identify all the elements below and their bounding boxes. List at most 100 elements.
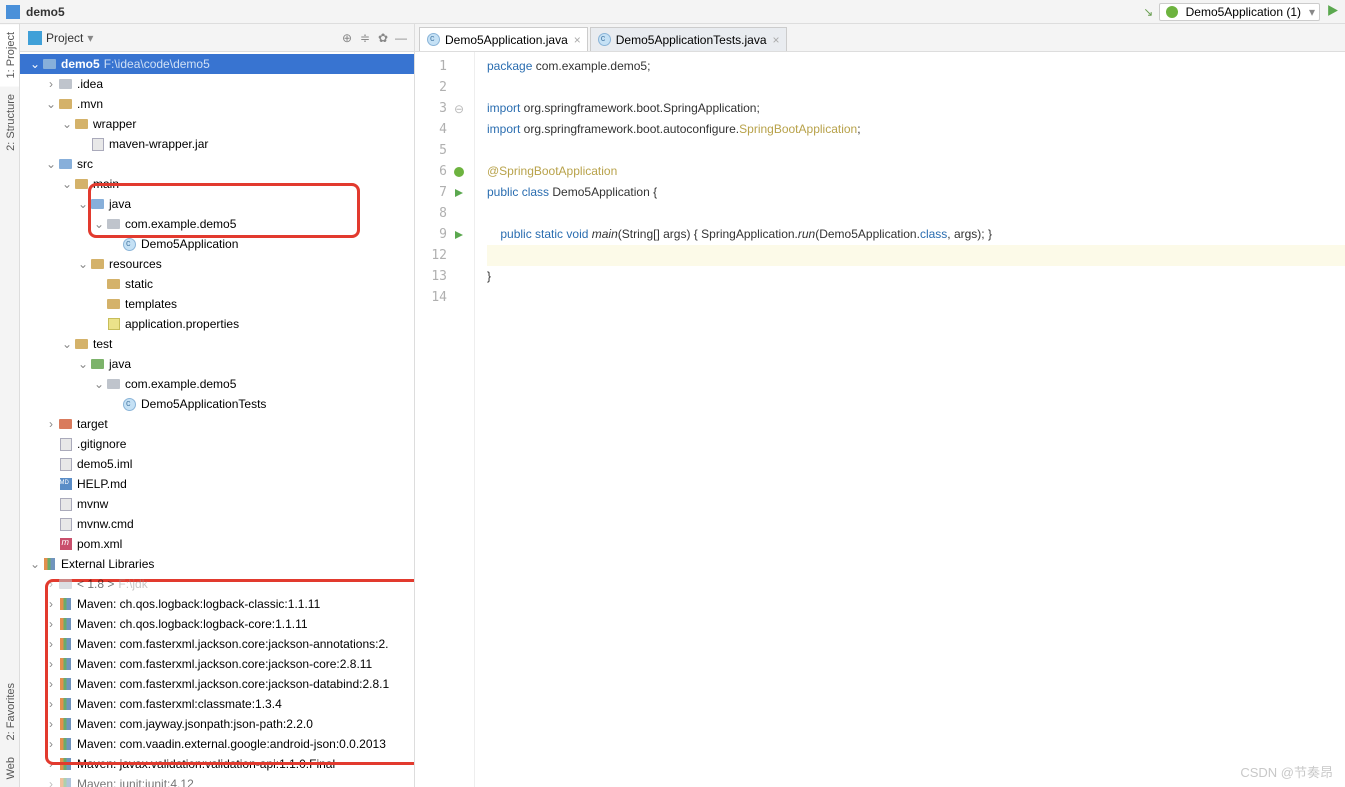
- tree-twisty[interactable]: ⌄: [76, 257, 90, 271]
- side-tab-favorites[interactable]: 2: Favorites: [0, 675, 19, 748]
- tree-twisty[interactable]: ›: [44, 717, 58, 731]
- tree-node[interactable]: ⌄java: [20, 354, 414, 374]
- tree-twisty[interactable]: ›: [44, 417, 58, 431]
- tree-twisty[interactable]: ›: [44, 777, 58, 787]
- tree-node[interactable]: ⌄resources: [20, 254, 414, 274]
- tree-node[interactable]: ›Maven: com.fasterxml.jackson.core:jacks…: [20, 654, 414, 674]
- tree-node[interactable]: ›.idea: [20, 74, 414, 94]
- tree-node[interactable]: ⌄java: [20, 194, 414, 214]
- tree-node[interactable]: mvnw.cmd: [20, 514, 414, 534]
- tree-twisty[interactable]: ⌄: [60, 177, 74, 191]
- tree-twisty[interactable]: ›: [44, 697, 58, 711]
- tree-node[interactable]: › target: [20, 414, 414, 434]
- tree-node[interactable]: application.properties: [20, 314, 414, 334]
- code-line[interactable]: [487, 287, 1345, 308]
- tree-twisty[interactable]: ⌄: [28, 57, 42, 71]
- tree-node[interactable]: Demo5Application: [20, 234, 414, 254]
- tree-twisty[interactable]: ⌄: [76, 357, 90, 371]
- tree-twisty[interactable]: ›: [44, 637, 58, 651]
- tree-node[interactable]: ›Maven: com.vaadin.external.google:andro…: [20, 734, 414, 754]
- side-tab-web[interactable]: Web: [0, 749, 19, 787]
- line-number: 12: [415, 248, 447, 263]
- tree-node[interactable]: ›Maven: ch.qos.logback:logback-core:1.1.…: [20, 614, 414, 634]
- tree-node[interactable]: ›Maven: com.fasterxml.jackson.core:jacks…: [20, 674, 414, 694]
- code-line[interactable]: [487, 203, 1345, 224]
- tree-node[interactable]: static: [20, 274, 414, 294]
- run-button[interactable]: [1326, 4, 1339, 20]
- code-line[interactable]: import org.springframework.boot.autoconf…: [487, 119, 1345, 140]
- code-line[interactable]: public static void main(String[] args) {…: [487, 224, 1345, 245]
- tree-node[interactable]: ›Maven: junit:junit:4.12: [20, 774, 414, 787]
- tree-node[interactable]: ›Maven: com.fasterxml.jackson.core:jacks…: [20, 634, 414, 654]
- code-line[interactable]: [487, 77, 1345, 98]
- tree-node[interactable]: ⌄test: [20, 334, 414, 354]
- tree-node[interactable]: Demo5ApplicationTests: [20, 394, 414, 414]
- code-line[interactable]: package com.example.demo5;: [487, 56, 1345, 77]
- tree-node[interactable]: ›< 1.8 >F:\jdk: [20, 574, 414, 594]
- tree-node[interactable]: .gitignore: [20, 434, 414, 454]
- editor-code[interactable]: package com.example.demo5; import org.sp…: [475, 52, 1345, 787]
- run-gutter-icon[interactable]: [447, 188, 471, 198]
- tree-node[interactable]: ›Maven: ch.qos.logback:logback-classic:1…: [20, 594, 414, 614]
- project-panel-header: Project ▾ ⊕ ≑ ✿ —: [20, 24, 414, 52]
- tree-twisty[interactable]: ⌄: [60, 117, 74, 131]
- code-line[interactable]: import org.springframework.boot.SpringAp…: [487, 98, 1345, 119]
- run-gutter-icon[interactable]: [447, 230, 471, 240]
- tree-node[interactable]: ⌄External Libraries: [20, 554, 414, 574]
- tree-twisty[interactable]: ⌄: [44, 97, 58, 111]
- tree-node[interactable]: ›Maven: com.fasterxml:classmate:1.3.4: [20, 694, 414, 714]
- tree-node[interactable]: ⌄demo5F:\idea\code\demo5: [20, 54, 414, 74]
- hide-icon[interactable]: —: [392, 29, 410, 47]
- run-config-selector[interactable]: Demo5Application (1): [1159, 3, 1320, 21]
- code-line[interactable]: public class Demo5Application {: [487, 182, 1345, 203]
- build-icon[interactable]: ↘: [1143, 5, 1153, 19]
- tree-twisty[interactable]: ⌄: [60, 337, 74, 351]
- side-tab-project[interactable]: 1: Project: [0, 24, 19, 86]
- tree-node[interactable]: ⌄com.example.demo5: [20, 374, 414, 394]
- tree-twisty[interactable]: ⌄: [76, 197, 90, 211]
- project-view-dropdown[interactable]: ▾: [87, 31, 93, 45]
- tree-label: target: [77, 417, 108, 431]
- close-icon[interactable]: ×: [773, 33, 780, 47]
- tree-node[interactable]: demo5.iml: [20, 454, 414, 474]
- tree-node[interactable]: ⌄com.example.demo5: [20, 214, 414, 234]
- code-line[interactable]: [487, 140, 1345, 161]
- tree-twisty[interactable]: ⌄: [92, 217, 106, 231]
- code-line[interactable]: @SpringBootApplication: [487, 161, 1345, 182]
- tree-twisty[interactable]: ⌄: [28, 557, 42, 571]
- spring-gutter-icon[interactable]: [447, 167, 471, 177]
- tree-node[interactable]: ›Maven: javax.validation:validation-api:…: [20, 754, 414, 774]
- side-tab-structure[interactable]: 2: Structure: [0, 86, 19, 159]
- tree-node[interactable]: maven-wrapper.jar: [20, 134, 414, 154]
- tree-twisty[interactable]: ›: [44, 597, 58, 611]
- tree-twisty[interactable]: ⌄: [44, 157, 58, 171]
- tree-node[interactable]: ⌄wrapper: [20, 114, 414, 134]
- tree-twisty[interactable]: ›: [44, 757, 58, 771]
- tree-twisty[interactable]: ›: [44, 657, 58, 671]
- tree-twisty[interactable]: ›: [44, 77, 58, 91]
- code-line[interactable]: }: [487, 266, 1345, 287]
- tree-twisty[interactable]: ›: [44, 677, 58, 691]
- tree-twisty[interactable]: ›: [44, 617, 58, 631]
- close-icon[interactable]: ×: [574, 33, 581, 47]
- tree-twisty[interactable]: ›: [44, 737, 58, 751]
- fold-icon[interactable]: ⊖: [447, 102, 471, 116]
- collapse-icon[interactable]: ≑: [356, 29, 374, 47]
- tree-node[interactable]: ›Maven: com.jayway.jsonpath:json-path:2.…: [20, 714, 414, 734]
- tree-node[interactable]: ⌄src: [20, 154, 414, 174]
- code-line[interactable]: [487, 245, 1345, 266]
- tree-node[interactable]: pom.xml: [20, 534, 414, 554]
- tree-node[interactable]: mvnw: [20, 494, 414, 514]
- tree-twisty[interactable]: ⌄: [92, 377, 106, 391]
- editor-tab[interactable]: Demo5Application.java×: [419, 27, 588, 51]
- tree-twisty[interactable]: ›: [44, 577, 58, 591]
- tree-node[interactable]: templates: [20, 294, 414, 314]
- project-tree[interactable]: ⌄demo5F:\idea\code\demo5›.idea⌄.mvn⌄wrap…: [20, 52, 414, 787]
- editor-gutter[interactable]: 123⊖456789121314: [415, 52, 475, 787]
- tree-node[interactable]: HELP.md: [20, 474, 414, 494]
- editor-tab[interactable]: Demo5ApplicationTests.java×: [590, 27, 787, 51]
- tree-node[interactable]: ⌄main: [20, 174, 414, 194]
- locate-icon[interactable]: ⊕: [338, 29, 356, 47]
- tree-node[interactable]: ⌄.mvn: [20, 94, 414, 114]
- settings-icon[interactable]: ✿: [374, 29, 392, 47]
